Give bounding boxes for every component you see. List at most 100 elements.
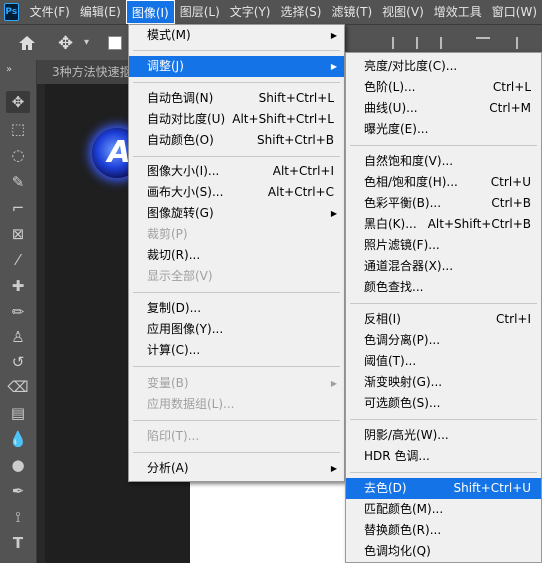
menu-item-label: 应用数据组(L)...: [147, 397, 235, 411]
menu-layer[interactable]: 图层(L): [175, 0, 225, 24]
menu-item-brightness-contrast[interactable]: 亮度/对比度(C)...: [346, 56, 541, 77]
menu-item-gradient-map[interactable]: 渐变映射(G)...: [346, 372, 541, 393]
menu-select[interactable]: 选择(S): [275, 0, 326, 24]
menu-item-shortcut: Shift+Ctrl+U: [453, 481, 531, 495]
crop-tool-icon[interactable]: ⌐: [6, 197, 30, 219]
menu-item-shadows-highlights[interactable]: 阴影/高光(W)...: [346, 425, 541, 446]
menu-item-auto-tone[interactable]: 自动色调(N) Shift+Ctrl+L: [129, 88, 344, 109]
pen-tool-icon[interactable]: ✒: [6, 480, 30, 502]
menu-item-shortcut: Shift+Ctrl+B: [257, 133, 334, 147]
collapse-toolbox-icon[interactable]: »: [6, 64, 12, 75]
document-tab[interactable]: 3种方法快速抠: [46, 60, 138, 84]
menu-item-hdr-toning[interactable]: HDR 色调...: [346, 446, 541, 467]
menu-item-label: 画布大小(S)...: [147, 185, 224, 199]
menu-item-label: 图像旋转(G): [147, 206, 214, 220]
history-brush-icon[interactable]: ↺: [6, 351, 30, 373]
blur-tool-icon[interactable]: 💧: [6, 428, 30, 450]
chevron-down-icon[interactable]: ▾: [84, 37, 89, 48]
menu-item-desaturate[interactable]: 去色(D) Shift+Ctrl+U: [346, 478, 541, 499]
distribute-icon[interactable]: [476, 37, 490, 49]
menu-item-canvas-size[interactable]: 画布大小(S)... Alt+Ctrl+C: [129, 182, 344, 203]
menu-item-label: 反相(I): [364, 312, 401, 326]
menu-item-label: 色调均化(Q): [364, 544, 431, 558]
menu-item-selective-color[interactable]: 可选颜色(S)...: [346, 393, 541, 414]
menu-separator: [133, 82, 340, 83]
home-icon[interactable]: [18, 35, 36, 51]
submenu-arrow-icon: ▶: [330, 209, 337, 218]
eyedropper-tool-icon[interactable]: ⁄: [6, 249, 30, 271]
menu-item-duplicate[interactable]: 复制(D)...: [129, 298, 344, 319]
menu-item-trap: 陷印(T)...: [129, 426, 344, 447]
menu-item-image-rotation[interactable]: 图像旋转(G) ▶: [129, 203, 344, 224]
menu-item-auto-contrast[interactable]: 自动对比度(U) Alt+Shift+Ctrl+L: [129, 109, 344, 130]
healing-tool-icon[interactable]: ✚: [6, 275, 30, 297]
menu-item-threshold[interactable]: 阈值(T)...: [346, 351, 541, 372]
image-menu: 模式(M) ▶ 调整(J) ▶ 自动色调(N) Shift+Ctrl+L 自动对比度(…: [128, 24, 345, 482]
menu-item-equalize[interactable]: 色调均化(Q): [346, 541, 541, 562]
menu-item-photo-filter[interactable]: 照片滤镜(F)...: [346, 235, 541, 256]
quick-select-tool-icon[interactable]: ✎: [6, 171, 30, 193]
menu-item-shortcut: Alt+Ctrl+I: [272, 164, 334, 178]
menu-item-label: 色彩平衡(B)...: [364, 196, 442, 210]
menu-item-label: 复制(D)...: [147, 301, 202, 315]
toolbox: » ✥ ⬚ ◌ ✎ ⌐ ⊠ ⁄ ✚ ✏ ♙ ↺ ⌫ ▤ 💧 ● ✒ ⟟ T: [0, 60, 37, 563]
menu-item-color-balance[interactable]: 色彩平衡(B)... Ctrl+B: [346, 193, 541, 214]
menu-item-adjustments[interactable]: 调整(J) ▶: [129, 56, 344, 77]
menu-item-color-lookup[interactable]: 颜色查找...: [346, 277, 541, 298]
menu-item-hue-saturation[interactable]: 色相/饱和度(H)... Ctrl+U: [346, 172, 541, 193]
move-tool-icon[interactable]: ✥: [6, 91, 30, 113]
menu-item-curves[interactable]: 曲线(U)... Ctrl+M: [346, 98, 541, 119]
menu-item-analysis[interactable]: 分析(A) ▶: [129, 458, 344, 479]
align-center-icon[interactable]: [416, 37, 430, 49]
menu-item-label: 色阶(L)...: [364, 80, 416, 94]
menu-item-exposure[interactable]: 曝光度(E)...: [346, 119, 541, 140]
menu-item-levels[interactable]: 色阶(L)... Ctrl+L: [346, 77, 541, 98]
stamp-tool-icon[interactable]: ♙: [6, 326, 30, 348]
move-icon[interactable]: ✥: [58, 33, 78, 54]
menu-file[interactable]: 文件(F): [25, 0, 75, 24]
menu-item-apply-data-set: 应用数据组(L)...: [129, 394, 344, 415]
align-left-icon[interactable]: [392, 37, 406, 49]
frame-tool-icon[interactable]: ⊠: [6, 223, 30, 245]
menu-image[interactable]: 图像(I): [125, 0, 175, 24]
menu-item-image-size[interactable]: 图像大小(I)... Alt+Ctrl+I: [129, 161, 344, 182]
align-right-icon[interactable]: [440, 37, 454, 49]
menu-item-auto-color[interactable]: 自动颜色(O) Shift+Ctrl+B: [129, 130, 344, 151]
menu-item-apply-image[interactable]: 应用图像(Y)...: [129, 319, 344, 340]
menu-item-black-white[interactable]: 黑白(K)... Alt+Shift+Ctrl+B: [346, 214, 541, 235]
menu-item-posterize[interactable]: 色调分离(P)...: [346, 330, 541, 351]
menu-item-replace-color[interactable]: 替换颜色(R)...: [346, 520, 541, 541]
menu-edit[interactable]: 编辑(E): [75, 0, 126, 24]
menu-item-mode[interactable]: 模式(M) ▶: [129, 25, 344, 46]
menu-item-label: 应用图像(Y)...: [147, 322, 224, 336]
menu-item-label: 可选颜色(S)...: [364, 396, 441, 410]
menu-item-calculations[interactable]: 计算(C)...: [129, 340, 344, 361]
menu-item-label: 渐变映射(G)...: [364, 375, 443, 389]
menu-view[interactable]: 视图(V): [377, 0, 429, 24]
pen-tool-alt-icon[interactable]: ⟟: [6, 506, 30, 528]
lasso-tool-icon[interactable]: ◌: [6, 144, 30, 166]
brush-tool-icon[interactable]: ✏: [6, 301, 30, 323]
menu-item-label: 变量(B): [147, 376, 189, 390]
menu-type[interactable]: 文字(Y): [225, 0, 276, 24]
checkbox-icon[interactable]: [108, 36, 122, 50]
align-top-icon[interactable]: [516, 37, 530, 49]
menu-filter[interactable]: 滤镜(T): [326, 0, 377, 24]
menu-item-variables: 变量(B) ▶: [129, 373, 344, 394]
eraser-tool-icon[interactable]: ⌫: [6, 376, 30, 398]
menu-window[interactable]: 窗口(W): [487, 0, 542, 24]
photoshop-logo: Ps: [4, 3, 19, 21]
dodge-tool-icon[interactable]: ●: [6, 454, 30, 476]
menu-item-reveal-all: 显示全部(V): [129, 266, 344, 287]
menu-plugins[interactable]: 增效工具: [429, 0, 487, 24]
menu-item-trim[interactable]: 裁切(R)...: [129, 245, 344, 266]
menu-item-invert[interactable]: 反相(I) Ctrl+I: [346, 309, 541, 330]
menu-item-match-color[interactable]: 匹配颜色(M)...: [346, 499, 541, 520]
menu-item-channel-mixer[interactable]: 通道混合器(X)...: [346, 256, 541, 277]
gradient-tool-icon[interactable]: ▤: [6, 402, 30, 424]
menu-item-label: 陷印(T)...: [147, 429, 200, 443]
marquee-tool-icon[interactable]: ⬚: [6, 118, 30, 140]
menu-item-label: HDR 色调...: [364, 449, 430, 463]
menu-item-vibrance[interactable]: 自然饱和度(V)...: [346, 151, 541, 172]
type-tool-icon[interactable]: T: [6, 532, 30, 554]
